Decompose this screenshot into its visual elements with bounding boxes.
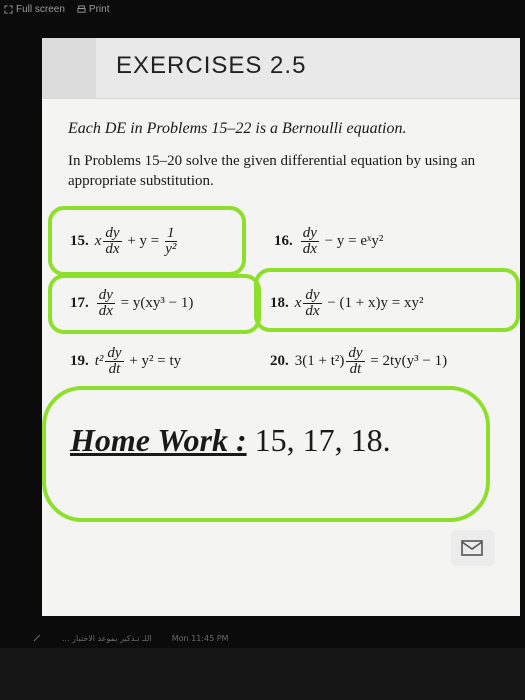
problem-rhs: = 2ty(y³ − 1) [366, 352, 448, 369]
viewer-toolbar: Full screen Print [0, 0, 525, 18]
derivative: dy dt [105, 345, 124, 377]
status-time: Mon 11:45 PM [171, 633, 229, 643]
problem-19: 19. t² dy dt + y² = ty [70, 346, 181, 377]
document-page: EXERCISES 2.5 Each DE in Problems 15–22 … [42, 38, 520, 616]
problem-rhs: − y = eˣy² [320, 232, 384, 249]
intro-bernoulli: Each DE in Problems 15–22 is a Bernoulli… [68, 120, 407, 137]
highlight-problem-17 [48, 274, 261, 334]
header-strip [42, 38, 96, 98]
problem-prefix: 3(1 + t²) [294, 352, 345, 369]
derivative-den: dt [108, 361, 121, 377]
highlight-problem-18 [254, 268, 520, 332]
problem-number: 20. [270, 352, 289, 369]
derivative-num: dy [105, 345, 124, 362]
derivative-num: dy [346, 345, 365, 362]
homework-label: Home Work : [70, 422, 247, 458]
fullscreen-button[interactable]: Full screen [4, 4, 65, 15]
problem-number: 16. [274, 232, 293, 249]
exercise-title: EXERCISES 2.5 [116, 52, 307, 79]
derivative-den: dt [349, 361, 362, 377]
intro-instructions: In Problems 15–20 solve the given differ… [68, 153, 476, 189]
mail-button[interactable] [451, 530, 495, 566]
derivative-den: dx [302, 241, 317, 257]
problem-16: 16. dy dx − y = eˣy² [274, 226, 383, 257]
problem-rhs: + y² = ty [125, 352, 182, 369]
mail-icon [461, 540, 483, 556]
notification-icon [33, 634, 41, 642]
print-button[interactable]: Print [77, 3, 110, 15]
exercise-header: EXERCISES 2.5 [42, 38, 520, 99]
problem-number: 19. [70, 352, 89, 369]
homework-value: 15, 17, 18. [246, 422, 391, 458]
derivative: dy dt [346, 345, 365, 377]
problem-20: 20. 3(1 + t²) dy dt = 2ty(y³ − 1) [270, 346, 447, 377]
print-label: Print [88, 3, 110, 15]
status-message: اللـ تـذكير بموعد الاختبار ... [62, 633, 152, 643]
status-bar: اللـ تـذكير بموعد الاختبار ... Mon 11:45… [32, 628, 525, 648]
problem-prefix: t² [94, 352, 104, 369]
homework-note: Home Work : 15, 17, 18. [70, 422, 391, 459]
bottom-band [0, 648, 525, 700]
print-icon [77, 4, 86, 13]
highlight-problem-15 [48, 206, 246, 276]
fullscreen-label: Full screen [16, 3, 65, 15]
fullscreen-icon [4, 4, 13, 14]
derivative: dy dx [300, 225, 319, 257]
derivative-num: dy [300, 225, 319, 242]
